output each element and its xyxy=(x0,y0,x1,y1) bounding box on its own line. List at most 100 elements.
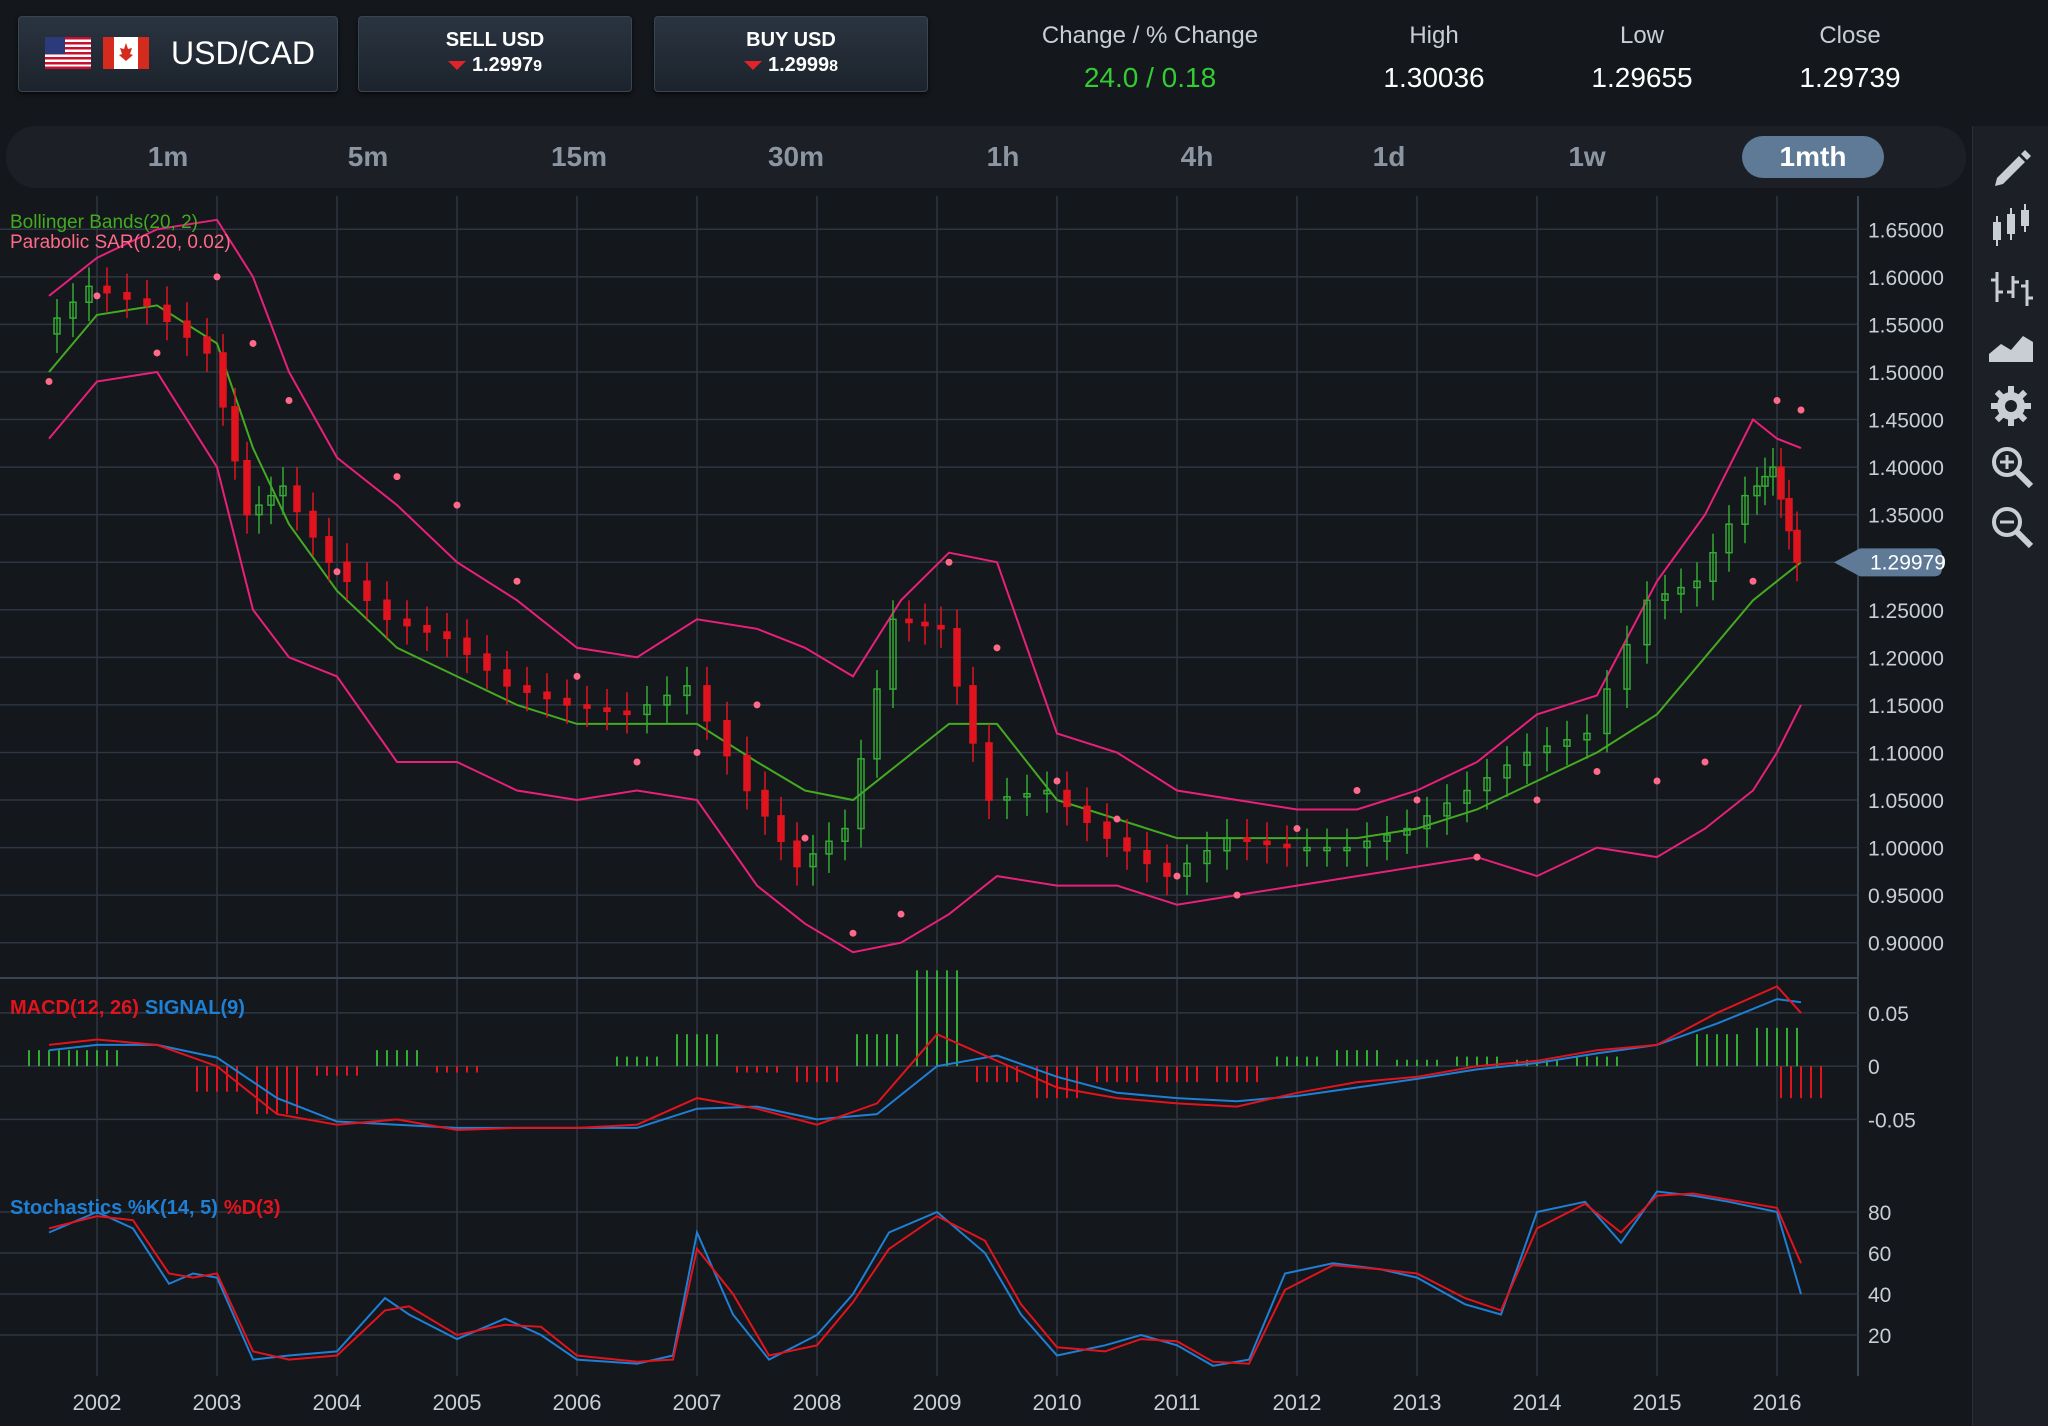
x-tick-label: 2007 xyxy=(673,1390,722,1415)
stat-low: Low 1.29655 xyxy=(1591,22,1693,93)
tab-15m[interactable]: 15m xyxy=(524,136,634,178)
candle-body xyxy=(543,691,551,700)
x-tick-label: 2016 xyxy=(1753,1390,1802,1415)
candle-body xyxy=(1283,843,1291,849)
candle-body xyxy=(743,754,751,792)
sar-dot xyxy=(285,397,293,405)
candle-body xyxy=(309,510,317,538)
sar-dot xyxy=(249,339,257,347)
sell-button[interactable]: SELL USD 1.29979 xyxy=(358,16,632,92)
candle-body xyxy=(293,485,301,513)
candle-body xyxy=(703,685,711,722)
x-tick-label: 2009 xyxy=(913,1390,962,1415)
candle-body xyxy=(1263,840,1271,846)
candle-body xyxy=(343,561,351,582)
current-price-label: 1.29979 xyxy=(1870,551,1946,574)
buy-label: BUY USD xyxy=(746,29,836,51)
price-chart-area[interactable]: 2002 2003 2004 2005 2006 2007 2008 2009 2010 2011… xyxy=(0,196,1970,1426)
candlestick-icon[interactable] xyxy=(1987,202,2035,250)
candle-body xyxy=(777,815,785,842)
candle-body xyxy=(423,624,431,633)
tool-sidebar xyxy=(1972,126,2048,1426)
sar-dot xyxy=(993,644,1001,652)
sar-dot xyxy=(1173,872,1181,880)
y-tick-label: 0.05 xyxy=(1868,1003,1909,1026)
sar-dot xyxy=(45,377,53,385)
zoom-out-icon[interactable] xyxy=(1987,502,2035,550)
candle-body xyxy=(463,637,471,655)
y-tick-label: 60 xyxy=(1868,1243,1891,1266)
timeframe-bar: 1m 5m 15m 30m 1h 4h 1d 1w 1mth xyxy=(6,126,1966,188)
x-tick-label: 2005 xyxy=(433,1390,482,1415)
candle-body xyxy=(583,704,591,709)
candle-body xyxy=(1243,837,1251,842)
buy-button[interactable]: BUY USD 1.29998 xyxy=(654,16,928,92)
tab-4h[interactable]: 4h xyxy=(1142,136,1252,178)
sell-label: SELL USD xyxy=(445,29,545,51)
sell-price: 1.29979 xyxy=(359,54,631,77)
sar-dot xyxy=(393,473,401,481)
bollinger-legend: Bollinger Bands(20, 2) xyxy=(10,212,198,233)
sar-dot xyxy=(1797,406,1805,414)
sar-dot xyxy=(333,568,341,576)
candle-body xyxy=(231,406,239,462)
y-tick-label: 1.05000 xyxy=(1868,790,1944,813)
candle-body xyxy=(403,618,411,627)
candle-body xyxy=(143,298,151,307)
x-tick-label: 2011 xyxy=(1153,1390,1200,1415)
x-tick-label: 2004 xyxy=(313,1390,362,1415)
us-flag-icon xyxy=(45,37,91,69)
zoom-in-icon[interactable] xyxy=(1987,442,2035,490)
candle-body xyxy=(1143,850,1151,865)
gear-icon[interactable] xyxy=(1987,382,2035,430)
sar-dot xyxy=(753,701,761,709)
x-tick-label: 2006 xyxy=(553,1390,602,1415)
y-tick-label: 80 xyxy=(1868,1202,1891,1225)
candle-body xyxy=(937,624,945,630)
sar-dot xyxy=(513,577,521,585)
tab-1d[interactable]: 1d xyxy=(1334,136,1444,178)
sar-dot xyxy=(801,834,809,842)
area-chart-icon[interactable] xyxy=(1987,322,2035,370)
x-tick-label: 2003 xyxy=(193,1390,242,1415)
candle-body xyxy=(383,599,391,621)
pencil-icon[interactable] xyxy=(1987,142,2035,190)
sar-dot xyxy=(849,929,857,937)
currency-pair-selector[interactable]: USD/CAD xyxy=(18,16,338,92)
candle-body xyxy=(563,697,571,706)
sar-dot xyxy=(573,672,581,680)
sar-dot xyxy=(1593,767,1601,775)
y-tick-label: 1.65000 xyxy=(1868,219,1944,242)
tab-1m[interactable]: 1m xyxy=(118,136,218,178)
sar-dot xyxy=(213,273,221,281)
ohlc-bars-icon[interactable] xyxy=(1987,262,2035,310)
y-tick-label: 1.15000 xyxy=(1868,695,1944,718)
candle-body xyxy=(123,291,131,300)
candle-body xyxy=(219,352,227,408)
sar-dot xyxy=(93,292,101,300)
candle-body xyxy=(623,710,631,716)
tab-1w[interactable]: 1w xyxy=(1532,136,1642,178)
candle-body xyxy=(203,336,211,354)
candle-body xyxy=(325,536,333,563)
stochastics-legend: Stochastics %K(14, 5) %D(3) xyxy=(10,1197,281,1219)
tab-1mth[interactable]: 1mth xyxy=(1742,136,1884,178)
x-tick-label: 2012 xyxy=(1273,1390,1322,1415)
buy-price: 1.29998 xyxy=(655,54,927,77)
macd-legend: MACD(12, 26) SIGNAL(9) xyxy=(10,997,245,1019)
tab-5m[interactable]: 5m xyxy=(318,136,418,178)
sar-dot xyxy=(1413,796,1421,804)
sar-dot xyxy=(1653,777,1661,785)
tab-1h[interactable]: 1h xyxy=(948,136,1058,178)
candle-body xyxy=(443,631,451,640)
y-tick-label: 1.60000 xyxy=(1868,267,1944,290)
sar-dot xyxy=(1053,777,1061,785)
candle-body xyxy=(1063,789,1071,808)
y-tick-label: 1.35000 xyxy=(1868,505,1944,528)
pair-name: USD/CAD xyxy=(171,35,316,71)
tab-30m[interactable]: 30m xyxy=(741,136,851,178)
y-tick-label: 1.20000 xyxy=(1868,647,1944,670)
stat-high: High 1.30036 xyxy=(1383,22,1485,93)
y-tick-label: 1.55000 xyxy=(1868,314,1944,337)
y-tick-label: 1.45000 xyxy=(1868,410,1944,433)
